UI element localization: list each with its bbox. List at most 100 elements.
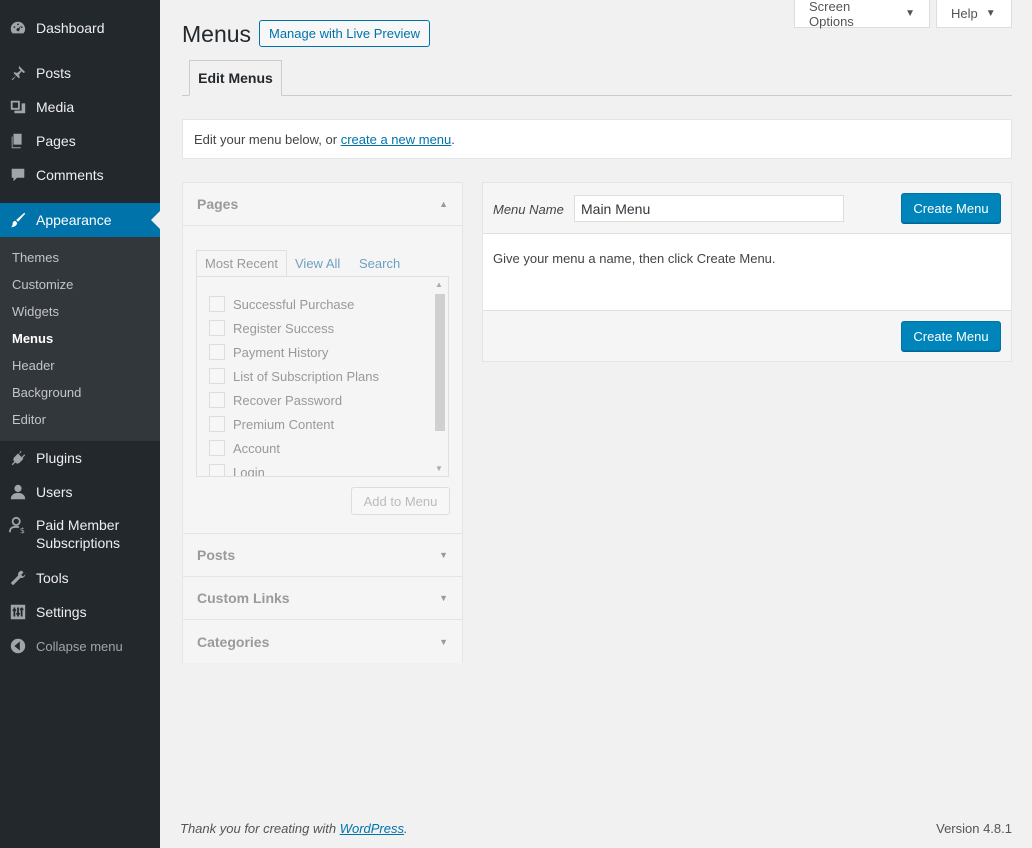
accordion-pages-header[interactable]: Pages ▲: [183, 183, 462, 226]
sidebar-item-label: Pages: [36, 133, 76, 149]
accordion-posts-header[interactable]: Posts ▼: [183, 534, 462, 577]
checkbox[interactable]: [209, 440, 225, 456]
add-to-menu-button[interactable]: Add to Menu: [351, 487, 450, 515]
wordpress-link[interactable]: WordPress: [340, 821, 404, 836]
sidebar-item-pages[interactable]: Pages: [0, 124, 160, 158]
settings-icon: [0, 603, 36, 621]
sidebar-item-label: Comments: [36, 167, 104, 183]
list-item[interactable]: Payment History: [209, 343, 328, 361]
menu-header: Menu Name Create Menu: [483, 183, 1011, 234]
menu-name-input[interactable]: [574, 195, 844, 222]
submenu-item-themes[interactable]: Themes: [12, 249, 59, 267]
manage-menus-notice: Edit your menu below, or create a new me…: [182, 119, 1012, 159]
pages-panel: Most Recent View All Search Successful P…: [183, 226, 462, 534]
create-menu-button[interactable]: Create Menu: [901, 193, 1001, 223]
accordion-categories-header[interactable]: Categories ▼: [183, 620, 462, 663]
page-title: Menus: [182, 21, 252, 47]
svg-text:$: $: [20, 525, 25, 534]
list-item-label: Recover Password: [233, 392, 343, 408]
sidebar-item-label: Settings: [36, 604, 87, 620]
sidebar-item-posts[interactable]: Posts: [0, 56, 160, 90]
screen-options-button[interactable]: Screen Options ▼: [794, 0, 930, 29]
sidebar-item-label: Appearance: [36, 212, 112, 228]
sidebar-item-media[interactable]: Media: [0, 90, 160, 124]
brush-icon: [0, 211, 36, 229]
submenu-item-background[interactable]: Background: [12, 384, 81, 402]
create-new-menu-link[interactable]: create a new menu: [341, 132, 452, 147]
sidebar-item-settings[interactable]: Settings: [0, 595, 160, 629]
accordion-title: Posts: [197, 547, 236, 563]
checkbox[interactable]: [209, 344, 225, 360]
live-preview-button[interactable]: Manage with Live Preview: [259, 20, 430, 47]
create-menu-button-bottom[interactable]: Create Menu: [901, 321, 1001, 351]
list-item[interactable]: Successful Purchase: [209, 295, 354, 313]
sidebar-item-dashboard[interactable]: Dashboard: [0, 11, 160, 45]
tab-most-recent[interactable]: Most Recent: [196, 250, 287, 276]
tab-edit-menus[interactable]: Edit Menus: [189, 60, 282, 96]
list-item[interactable]: List of Subscription Plans: [209, 367, 379, 385]
sidebar-item-label: Dashboard: [36, 20, 105, 36]
list-item[interactable]: Premium Content: [209, 415, 334, 433]
accordion-title: Categories: [197, 633, 270, 650]
list-item[interactable]: Register Success: [209, 319, 334, 337]
sidebar-item-users[interactable]: Users: [0, 475, 160, 509]
tab-search[interactable]: Search: [359, 250, 400, 276]
submenu-item-header[interactable]: Header: [12, 357, 55, 375]
sidebar-item-label: Plugins: [36, 450, 82, 466]
help-button[interactable]: Help ▼: [936, 0, 1012, 28]
menu-body: Give your menu a name, then click Create…: [483, 234, 1011, 311]
list-item-label: Payment History: [233, 344, 329, 360]
checkbox[interactable]: [209, 320, 225, 336]
scrollbar[interactable]: ▲ ▼: [432, 277, 448, 476]
sidebar-item-label: Tools: [36, 570, 69, 586]
pages-checklist: Successful Purchase Register Success Pay…: [196, 276, 449, 477]
caret-down-icon: ▼: [439, 636, 448, 647]
scroll-up-icon[interactable]: ▲: [435, 280, 443, 289]
scroll-down-icon[interactable]: ▼: [435, 464, 443, 473]
scroll-thumb[interactable]: [435, 294, 445, 431]
list-item-label: Login: [233, 464, 265, 477]
sidebar-item-tools[interactable]: Tools: [0, 561, 160, 595]
submenu-item-widgets[interactable]: Widgets: [12, 303, 59, 321]
collapse-menu-button[interactable]: Collapse menu: [0, 629, 160, 663]
sidebar-item-plugins[interactable]: Plugins: [0, 441, 160, 475]
checkbox[interactable]: [209, 368, 225, 384]
menu-edit-panel: Menu Name Create Menu Give your menu a n…: [482, 182, 1012, 362]
footer-thanks-text: Thank you for creating with: [180, 821, 340, 836]
list-item[interactable]: Recover Password: [209, 391, 342, 409]
caret-down-icon: ▼: [985, 8, 996, 19]
menu-name-label: Menu Name: [493, 202, 564, 217]
notice-text-end: .: [451, 131, 455, 147]
tab-view-all[interactable]: View All: [295, 250, 340, 276]
accordion-custom-links-header[interactable]: Custom Links ▼: [183, 577, 462, 620]
notice-text: Edit your menu below, or: [194, 131, 341, 147]
checkbox[interactable]: [209, 392, 225, 408]
checkbox[interactable]: [209, 416, 225, 432]
list-item-label: List of Subscription Plans: [233, 368, 379, 384]
admin-sidebar: Dashboard Posts Media Pages Comments App…: [0, 0, 160, 848]
list-item-label: Account: [233, 440, 280, 456]
sidebar-item-comments[interactable]: Comments: [0, 158, 160, 192]
submenu-item-menus[interactable]: Menus: [12, 330, 53, 348]
sidebar-item-label: Collapse menu: [36, 638, 123, 654]
sidebar-item-appearance[interactable]: Appearance: [0, 203, 160, 237]
appearance-submenu: Themes Customize Widgets Menus Header Ba…: [0, 237, 160, 441]
caret-down-icon: ▼: [905, 8, 915, 19]
caret-down-icon: ▼: [439, 593, 448, 603]
accordion-title: Pages: [197, 196, 239, 212]
member-icon: $: [0, 516, 36, 534]
submenu-item-editor[interactable]: Editor: [12, 411, 46, 429]
collapse-icon: [0, 637, 36, 655]
list-item-label: Register Success: [233, 320, 335, 336]
caret-down-icon: ▼: [439, 550, 448, 560]
list-item[interactable]: Account: [209, 439, 280, 457]
pin-icon: [0, 64, 36, 82]
submenu-item-customize[interactable]: Customize: [12, 276, 73, 294]
checkbox[interactable]: [209, 296, 225, 312]
sidebar-item-label: Posts: [36, 65, 72, 81]
list-item[interactable]: Login: [209, 463, 265, 477]
sidebar-item-paid-member-subscriptions[interactable]: $ Paid Member Subscriptions: [0, 509, 160, 559]
footer-thanks: Thank you for creating with WordPress.: [180, 821, 408, 836]
checkbox[interactable]: [209, 464, 225, 476]
user-icon: [0, 483, 36, 501]
